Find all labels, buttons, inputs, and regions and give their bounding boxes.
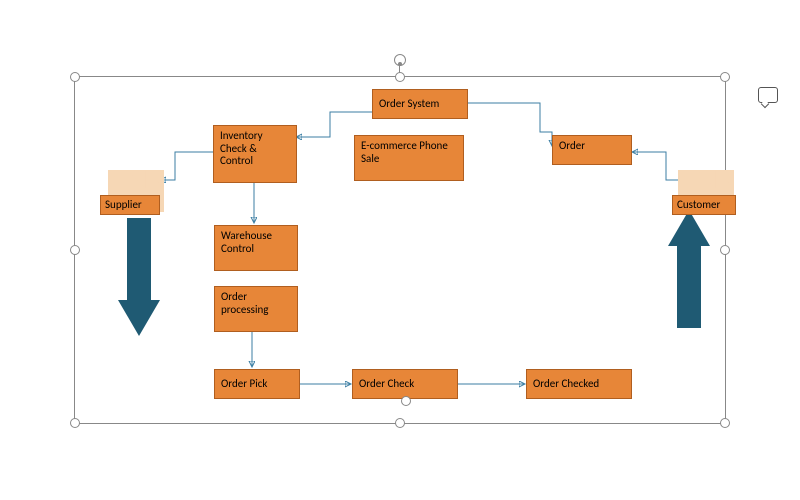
sel-handle-se[interactable] xyxy=(720,418,730,428)
box-order-processing[interactable]: Order processing xyxy=(214,286,298,332)
box-order-pick[interactable]: Order Pick xyxy=(214,369,300,399)
box-order-check[interactable]: Order Check xyxy=(352,369,458,399)
up-arrow-icon xyxy=(668,210,710,328)
sel-handle-sw[interactable] xyxy=(70,418,80,428)
box-order[interactable]: Order xyxy=(552,135,632,165)
box-order-system[interactable]: Order System xyxy=(372,89,468,119)
rotate-handle[interactable] xyxy=(394,54,406,66)
box-order-checked[interactable]: Order Checked xyxy=(526,369,632,399)
sel-handle-e[interactable] xyxy=(720,245,730,255)
supplier-factory-icon xyxy=(108,170,164,188)
sel-handle-n[interactable] xyxy=(395,72,405,82)
box-ecommerce[interactable]: E-commerce Phone Sale xyxy=(354,135,464,181)
comment-icon[interactable] xyxy=(758,87,778,103)
box-supplier[interactable]: Supplier xyxy=(100,195,160,215)
box-inventory[interactable]: Inventory Check & Control xyxy=(213,125,297,183)
down-arrow-icon xyxy=(118,218,160,336)
shape-edit-handle[interactable] xyxy=(401,396,411,406)
customer-factory-icon xyxy=(678,170,734,188)
sel-handle-nw[interactable] xyxy=(70,72,80,82)
sel-handle-ne[interactable] xyxy=(720,72,730,82)
diagram-canvas: { "boxes": { "order_system": "Order Syst… xyxy=(0,0,800,500)
box-warehouse[interactable]: Warehouse Control xyxy=(214,225,298,271)
box-customer[interactable]: Customer xyxy=(672,195,736,215)
sel-handle-w[interactable] xyxy=(70,245,80,255)
sel-handle-s[interactable] xyxy=(395,418,405,428)
